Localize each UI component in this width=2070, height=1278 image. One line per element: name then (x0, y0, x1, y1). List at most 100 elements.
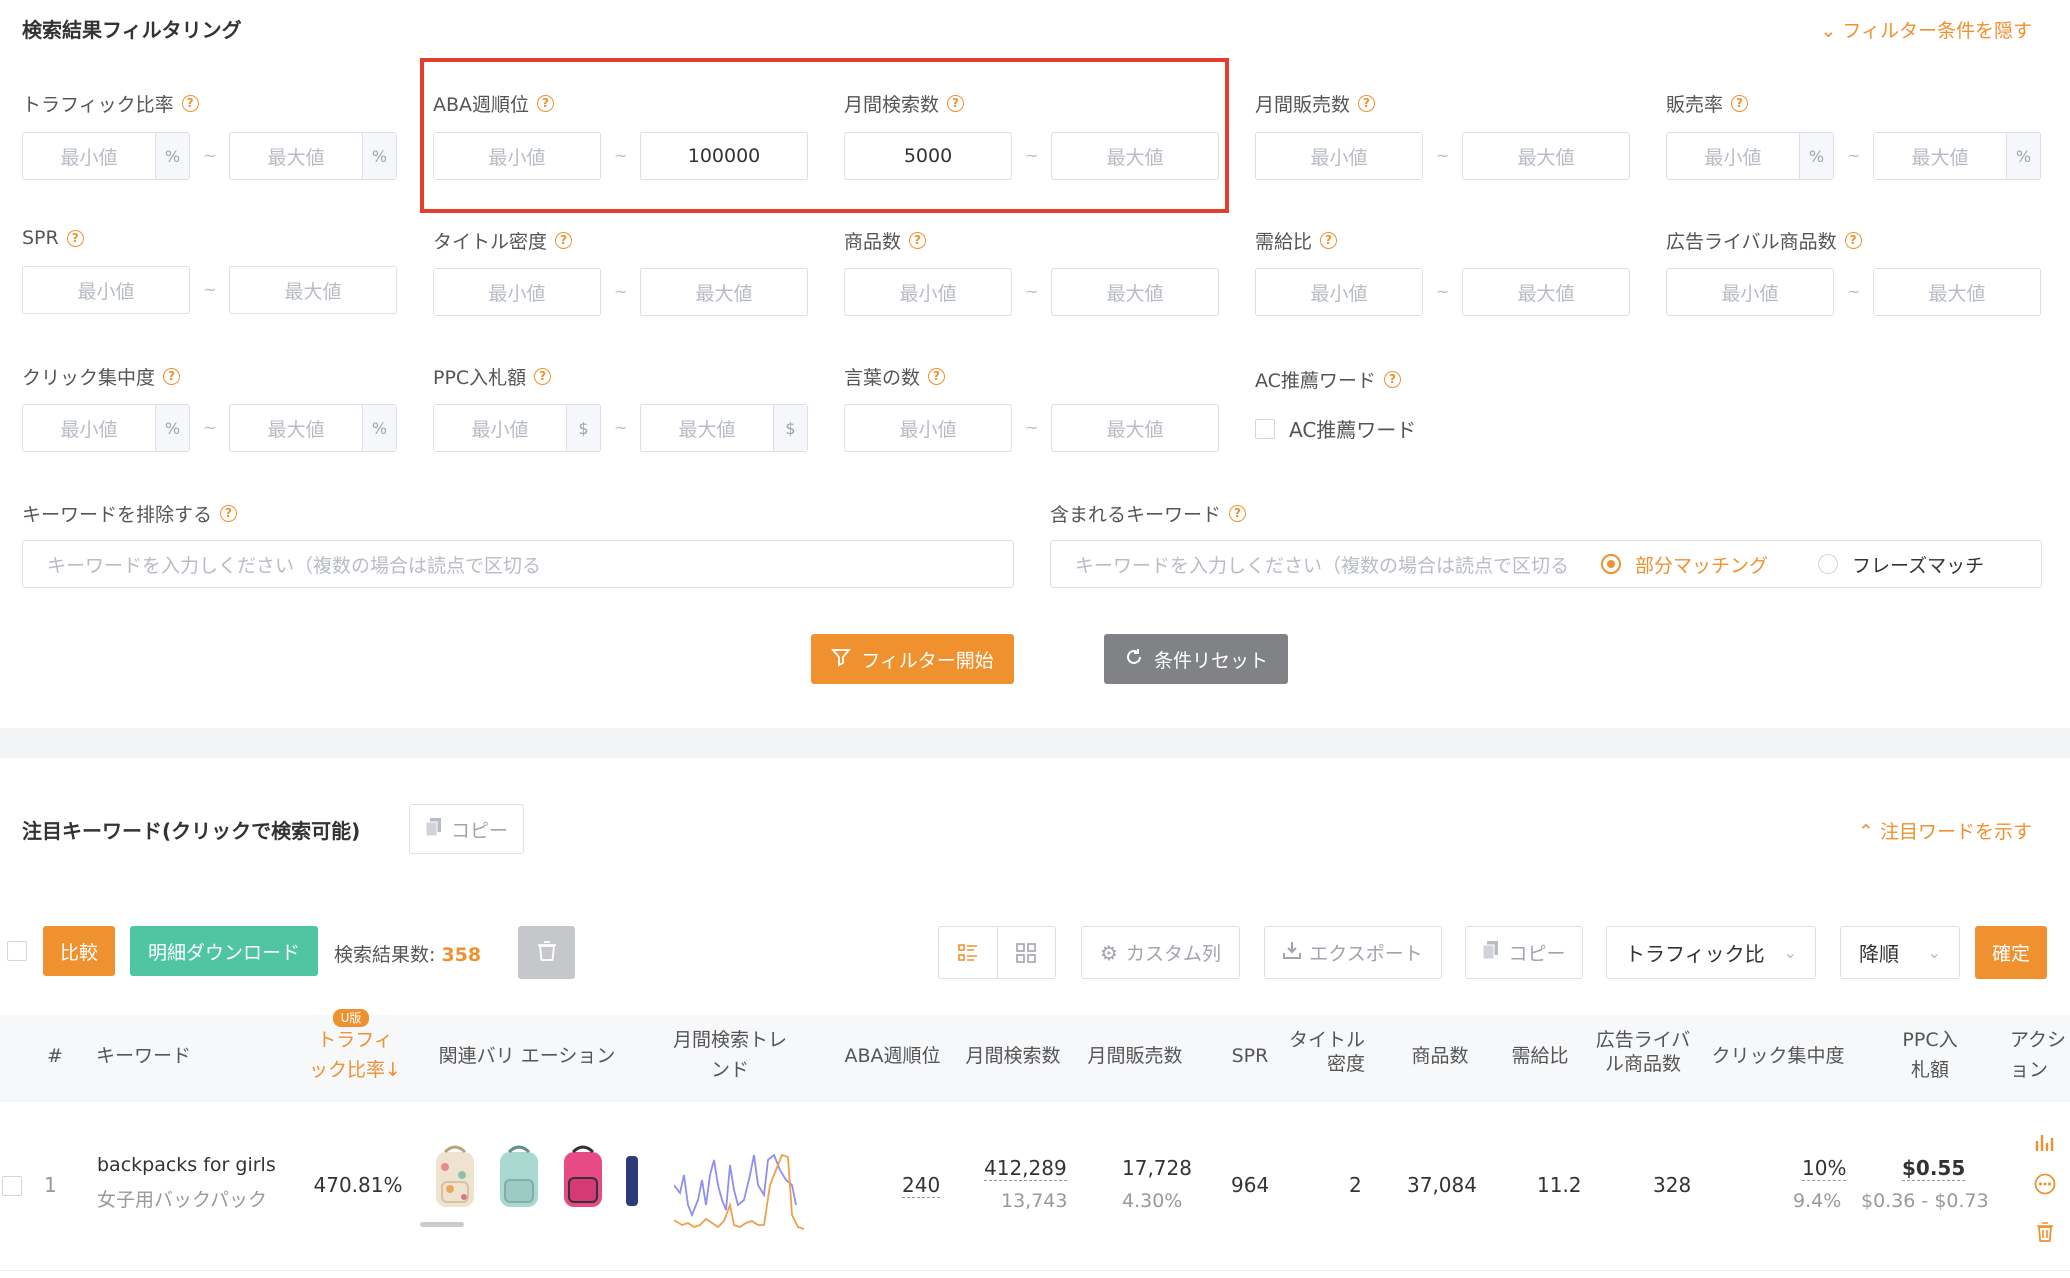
row-ad-rivals: 328 (1653, 1173, 1692, 1197)
help-icon[interactable]: ? (1844, 232, 1862, 249)
download-detail-button[interactable]: 明細ダウンロード (130, 926, 318, 976)
header-title-density[interactable]: タイトル 密度 (1275, 1028, 1365, 1076)
help-icon[interactable]: ? (1383, 371, 1401, 388)
row-checkbox[interactable] (2, 1176, 22, 1196)
row-ppc-bid[interactable]: $0.55 (1902, 1156, 1966, 1181)
click-concentration-min-input[interactable]: 最小値% (22, 404, 190, 452)
header-aba[interactable]: ABA週順位 (835, 1041, 950, 1071)
supply-demand-max-input[interactable]: 最大値 (1462, 268, 1630, 316)
help-icon[interactable]: ? (163, 368, 181, 385)
delete-button[interactable] (518, 926, 575, 979)
reset-conditions-button[interactable]: 条件リセット (1104, 634, 1288, 684)
ad-rivals-max-input[interactable]: 最大値 (1873, 268, 2041, 316)
aba-rank-max-input[interactable]: 100000 (640, 132, 808, 180)
row-monthly-search[interactable]: 412,289 (984, 1156, 1067, 1181)
header-product-count[interactable]: 商品数 (1390, 1041, 1490, 1071)
row-aba-rank[interactable]: 240 (902, 1173, 941, 1198)
traffic-ratio-max-input[interactable]: 最大値% (229, 132, 397, 180)
spr-max-input[interactable]: 最大値 (229, 266, 397, 314)
header-monthly-search[interactable]: 月間検索数 (958, 1041, 1068, 1071)
ac-words-checkbox[interactable] (1255, 418, 1275, 439)
ad-rivals-min-input[interactable]: 最小値 (1666, 268, 1834, 316)
traffic-ratio-min-input[interactable]: 最小値% (22, 132, 190, 180)
compare-button[interactable]: 比較 (43, 926, 115, 976)
copy-icon (425, 817, 443, 842)
backpack-navy-image[interactable] (622, 1142, 640, 1212)
custom-columns-button[interactable]: ⚙ カスタム列 (1081, 926, 1240, 979)
title-density-min-input[interactable]: 最小値 (433, 268, 601, 316)
variation-scrollbar[interactable] (420, 1222, 464, 1227)
backpack-pink-image[interactable] (558, 1142, 608, 1212)
sales-rate-min-input[interactable]: 最小値% (1666, 132, 1834, 180)
start-filter-button[interactable]: フィルター開始 (811, 634, 1014, 684)
monthly-search-max-input[interactable]: 最大値 (1051, 132, 1219, 180)
header-trend: 月間検索トレ ンド (672, 1029, 787, 1081)
header-click-concentration[interactable]: クリック集中度 (1703, 1041, 1853, 1071)
header-ppc-bid[interactable]: PPC入 札額 (1880, 1025, 1980, 1085)
row-title-density: 2 (1349, 1173, 1362, 1197)
select-all-checkbox[interactable] (7, 941, 27, 961)
help-icon[interactable]: ? (1320, 232, 1338, 249)
product-count-max-input[interactable]: 最大値 (1051, 268, 1219, 316)
word-count-max-input[interactable]: 最大値 (1051, 404, 1219, 452)
confirm-button[interactable]: 確定 (1975, 926, 2047, 979)
exclude-keywords-input[interactable]: キーワードを入力しください（複数の場合は読点で区切る (22, 540, 1014, 588)
ppc-bid-max-input[interactable]: 最大値 $ (640, 404, 808, 452)
show-focus-words-link[interactable]: ⌃ 注目ワードを示す (1858, 817, 2032, 844)
filter-icon (831, 647, 852, 672)
monthly-sales-min-input[interactable]: 最小値 (1255, 132, 1423, 180)
phrase-match-radio[interactable]: フレーズマッチ (1818, 551, 1984, 578)
list-view-icon[interactable] (939, 927, 998, 978)
help-icon[interactable]: ? (534, 368, 552, 385)
trash-icon (537, 940, 557, 966)
sort-field-select[interactable]: トラフィック比 ⌄ (1606, 926, 1816, 979)
sort-order-select[interactable]: 降順 ⌄ (1840, 926, 1960, 979)
help-icon[interactable]: ? (181, 95, 199, 112)
help-icon[interactable]: ? (66, 229, 84, 247)
ac-words-option[interactable]: AC推薦ワード (1255, 414, 1416, 443)
more-icon[interactable] (2034, 1173, 2056, 1199)
help-icon[interactable]: ? (928, 368, 946, 385)
click-concentration-max-input[interactable]: 最大値% (229, 404, 397, 452)
partial-match-radio[interactable]: 部分マッチング (1601, 551, 1768, 578)
monthly-sales-max-input[interactable]: 最大値 (1462, 132, 1630, 180)
table-copy-button[interactable]: コピー (1465, 926, 1583, 979)
row-click-concentration[interactable]: 10% (1802, 1156, 1847, 1181)
help-icon[interactable]: ? (1229, 505, 1247, 522)
supply-demand-min-input[interactable]: 最小値 (1255, 268, 1423, 316)
header-traffic-ratio[interactable]: トラフィ ック比率↓ (300, 1025, 410, 1085)
word-count-min-input[interactable]: 最小値 (844, 404, 1012, 452)
trend-sparkline[interactable] (673, 1145, 805, 1239)
header-spr[interactable]: SPR (1220, 1041, 1280, 1071)
bar-chart-icon[interactable] (2034, 1131, 2056, 1157)
help-icon[interactable]: ? (220, 505, 238, 522)
help-icon[interactable]: ? (537, 95, 555, 112)
help-icon[interactable]: ? (1358, 95, 1376, 112)
help-icon[interactable]: ? (1731, 95, 1749, 112)
ppc-bid-min-input[interactable]: 最小値 $ (433, 404, 601, 452)
backpack-mint-image[interactable] (494, 1142, 544, 1212)
chevron-down-icon: ⌄ (1783, 943, 1797, 962)
monthly-search-min-input[interactable]: 5000 (844, 132, 1012, 180)
ac-words-label: AC推薦ワード? (1255, 366, 1401, 393)
grid-view-icon[interactable] (998, 927, 1056, 978)
sales-rate-max-input[interactable]: 最大値% (1873, 132, 2041, 180)
help-icon[interactable]: ? (947, 95, 965, 112)
hide-filter-link[interactable]: ⌄ フィルター条件を隠す (1820, 16, 2032, 43)
help-icon[interactable]: ? (555, 232, 573, 249)
spr-min-input[interactable]: 最小値 (22, 266, 190, 314)
include-keywords-input[interactable]: キーワードを入力しください（複数の場合は読点で区切る 部分マッチング フレーズマ… (1050, 540, 2042, 588)
aba-rank-min-input[interactable]: 最小値 (433, 132, 601, 180)
delete-icon[interactable] (2035, 1221, 2055, 1247)
row-keyword[interactable]: backpacks for girls (97, 1154, 276, 1176)
title-density-max-input[interactable]: 最大値 (640, 268, 808, 316)
focus-copy-button[interactable]: コピー (409, 804, 524, 854)
header-monthly-sales[interactable]: 月間販売数 (1080, 1041, 1190, 1071)
header-supply-demand[interactable]: 需給比 (1505, 1041, 1575, 1071)
product-count-min-input[interactable]: 最小値 (844, 268, 1012, 316)
row-num: 1 (44, 1173, 57, 1197)
header-ad-rivals[interactable]: 広告ライバ ル商品数 (1588, 1028, 1698, 1076)
help-icon[interactable]: ? (909, 232, 927, 249)
export-button[interactable]: エクスポート (1264, 926, 1442, 979)
backpack-floral-image[interactable] (430, 1142, 480, 1212)
